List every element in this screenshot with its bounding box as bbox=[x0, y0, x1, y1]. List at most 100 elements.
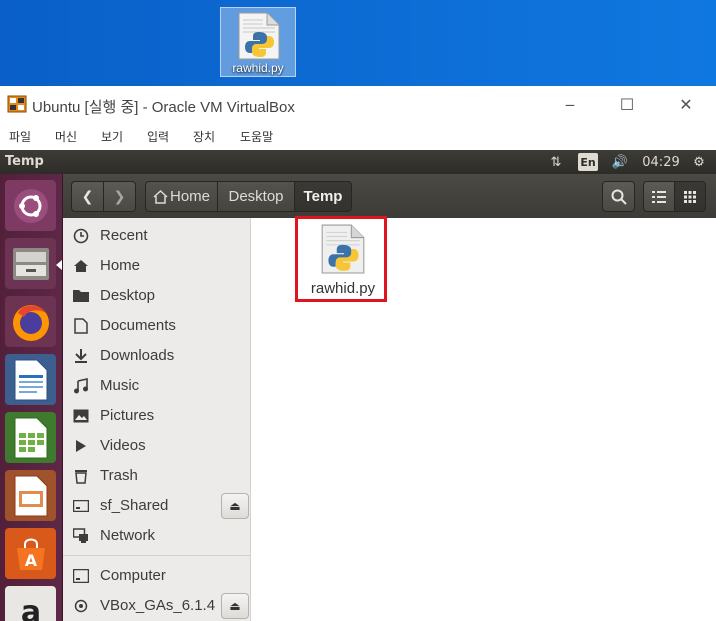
sidebar-item-desktop[interactable]: Desktop bbox=[63, 281, 251, 311]
sidebar-item-documents[interactable]: Documents bbox=[63, 311, 251, 341]
sidebar-item-label: Network bbox=[100, 527, 156, 544]
impress-icon[interactable] bbox=[5, 470, 56, 521]
breadcrumb-desktop[interactable]: Desktop bbox=[217, 181, 295, 212]
list-view-icon bbox=[652, 190, 666, 203]
python-file-icon bbox=[320, 224, 366, 278]
file-name: rawhid.py bbox=[310, 280, 376, 297]
breadcrumb-temp[interactable]: Temp bbox=[294, 181, 352, 212]
files-icon[interactable] bbox=[5, 238, 56, 289]
minimize-icon: ‒ bbox=[564, 94, 576, 114]
menu-help[interactable]: 도움말 bbox=[240, 128, 273, 145]
document-icon bbox=[73, 318, 89, 334]
eject-icon: ⏏ bbox=[229, 499, 241, 513]
panel-window-title: Temp bbox=[5, 154, 44, 169]
sidebar-separator bbox=[63, 555, 251, 556]
sidebar-item-recent[interactable]: Recent bbox=[63, 221, 251, 251]
picture-icon bbox=[73, 408, 89, 424]
file-view: rawhid.py bbox=[251, 216, 716, 621]
eject-button[interactable]: ⏏ bbox=[221, 593, 249, 619]
breadcrumb-home[interactable]: Home bbox=[145, 181, 218, 212]
desktop-file-rawhid[interactable]: rawhid.py bbox=[220, 7, 296, 77]
search-icon bbox=[611, 189, 627, 205]
sidebar-item-vbox-gas[interactable]: VBox_GAs_6.1.4 ⏏ bbox=[63, 591, 251, 621]
eject-icon: ⏏ bbox=[229, 599, 241, 613]
breadcrumb-desktop-label: Desktop bbox=[228, 188, 284, 205]
sidebar-item-computer[interactable]: Computer bbox=[63, 561, 251, 591]
folder-icon bbox=[73, 288, 89, 304]
sidebar-item-music[interactable]: Music bbox=[63, 371, 251, 401]
breadcrumb-home-label: Home bbox=[169, 188, 210, 205]
virtualbox-titlebar: Ubuntu [실행 중] - Oracle VM VirtualBox ‒ ☐… bbox=[0, 86, 716, 124]
ubuntu-top-panel: Temp ⇅ En 🔊 04:29 ⚙ bbox=[0, 150, 716, 174]
chevron-right-icon: ❯ bbox=[113, 188, 126, 205]
menu-machine[interactable]: 머신 bbox=[55, 128, 77, 145]
svg-text:A: A bbox=[24, 551, 37, 570]
firefox-icon[interactable] bbox=[5, 296, 56, 347]
keyboard-layout-indicator[interactable]: En bbox=[578, 153, 598, 171]
software-center-icon[interactable]: A bbox=[5, 528, 56, 579]
drive-icon bbox=[73, 498, 89, 514]
volume-icon[interactable]: 🔊 bbox=[608, 152, 632, 172]
file-manager-headerbar: ❮ ❯ Home Desktop Temp bbox=[63, 174, 716, 218]
maximize-icon: ☐ bbox=[619, 94, 635, 114]
ubuntu-dash-icon[interactable] bbox=[5, 180, 56, 231]
sidebar-item-label: Music bbox=[100, 377, 140, 394]
eject-button[interactable]: ⏏ bbox=[221, 493, 249, 519]
sidebar-item-label: sf_Shared bbox=[100, 497, 169, 514]
menu-file[interactable]: 파일 bbox=[9, 128, 31, 145]
list-view-button[interactable] bbox=[643, 181, 675, 212]
back-button[interactable]: ❮ bbox=[71, 181, 104, 212]
sidebar-item-trash[interactable]: Trash bbox=[63, 461, 251, 491]
search-button[interactable] bbox=[602, 181, 635, 212]
forward-button[interactable]: ❯ bbox=[103, 181, 136, 212]
home-icon bbox=[153, 189, 168, 204]
sidebar-item-label: VBox_GAs_6.1.4 bbox=[100, 597, 216, 614]
virtualbox-menubar: 파일 머신 보기 입력 장치 도움말 bbox=[0, 124, 716, 150]
sidebar-item-label: Videos bbox=[100, 437, 146, 454]
writer-icon[interactable] bbox=[5, 354, 56, 405]
video-icon bbox=[73, 438, 89, 454]
grid-view-button[interactable] bbox=[674, 181, 706, 212]
breadcrumb-temp-label: Temp bbox=[303, 188, 343, 205]
sidebar-item-sf-shared[interactable]: sf_Shared ⏏ bbox=[63, 491, 251, 521]
virtualbox-app-icon bbox=[7, 94, 27, 114]
sidebar-item-label: Pictures bbox=[100, 407, 155, 424]
sidebar-item-home[interactable]: Home bbox=[63, 251, 251, 281]
network-icon bbox=[73, 528, 89, 544]
sidebar-item-label: Downloads bbox=[100, 347, 175, 364]
close-icon: ✕ bbox=[679, 94, 693, 114]
maximize-button[interactable]: ☐ bbox=[614, 92, 640, 116]
sidebar-item-pictures[interactable]: Pictures bbox=[63, 401, 251, 431]
close-button[interactable]: ✕ bbox=[673, 92, 699, 116]
network-transfer-icon[interactable]: ⇅ bbox=[545, 152, 567, 172]
sidebar-item-network[interactable]: Network bbox=[63, 521, 251, 551]
clock-icon bbox=[73, 228, 89, 244]
menu-devices[interactable]: 장치 bbox=[193, 128, 215, 145]
svg-text:a: a bbox=[20, 595, 40, 621]
unity-launcher: A a bbox=[0, 174, 63, 621]
amazon-icon[interactable]: a bbox=[5, 586, 56, 621]
menu-input[interactable]: 입력 bbox=[147, 128, 169, 145]
sidebar-item-downloads[interactable]: Downloads bbox=[63, 341, 251, 371]
clock[interactable]: 04:29 bbox=[640, 152, 682, 172]
gear-icon[interactable]: ⚙ bbox=[688, 152, 710, 172]
calc-icon[interactable] bbox=[5, 412, 56, 463]
active-app-indicator bbox=[56, 260, 62, 270]
sidebar-item-label: Recent bbox=[100, 227, 148, 244]
python-file-icon bbox=[237, 12, 281, 64]
grid-view-icon bbox=[684, 190, 696, 203]
sidebar-item-label: Computer bbox=[100, 567, 166, 584]
menu-view[interactable]: 보기 bbox=[101, 128, 123, 145]
home-icon bbox=[73, 258, 89, 274]
sidebar-item-label: Trash bbox=[100, 467, 138, 484]
sidebar-item-label: Home bbox=[100, 257, 141, 274]
sidebar-item-label: Documents bbox=[100, 317, 176, 334]
desktop-file-label: rawhid.py bbox=[232, 61, 284, 75]
sidebar-item-videos[interactable]: Videos bbox=[63, 431, 251, 461]
music-icon bbox=[73, 378, 89, 394]
minimize-button[interactable]: ‒ bbox=[557, 92, 583, 116]
sidebar-item-label: Desktop bbox=[100, 287, 156, 304]
disc-icon bbox=[73, 598, 89, 614]
places-sidebar: Recent Home Desktop Documents Downloads … bbox=[63, 218, 251, 621]
trash-icon bbox=[73, 468, 89, 484]
